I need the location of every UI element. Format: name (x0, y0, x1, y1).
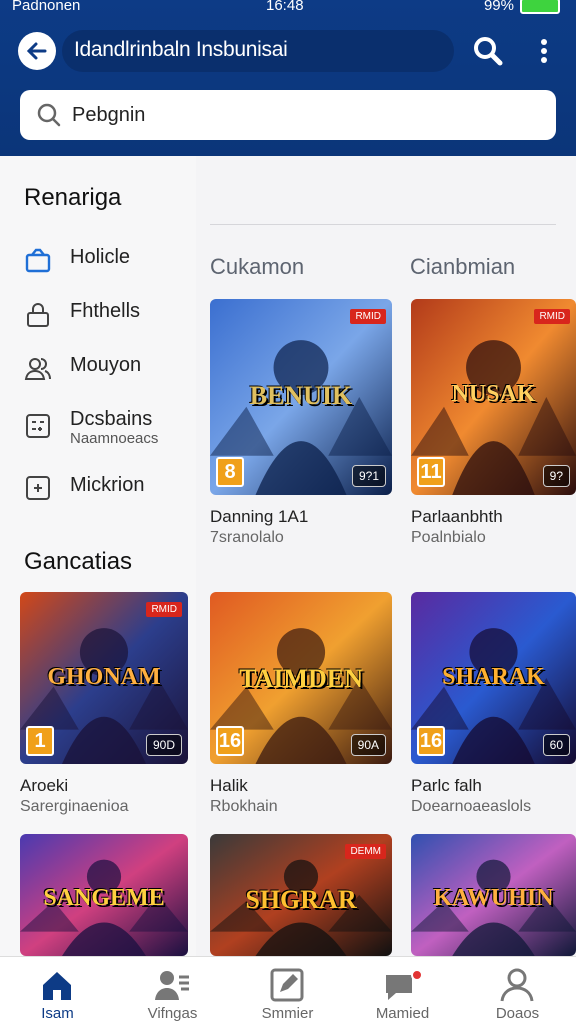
tab-mamied[interactable]: Mamied (345, 957, 460, 1024)
search-icon[interactable] (472, 35, 504, 72)
tab-smmier[interactable]: Smmier (230, 957, 345, 1024)
cover-title: TAIMDEN (239, 664, 363, 694)
sidebar-item-sublabel: Naamnoeacs (70, 430, 159, 447)
age-rating-badge: 8 (216, 457, 244, 487)
sidebar-item-fhthells[interactable]: Fhthells (24, 296, 194, 336)
profile-icon (500, 968, 534, 1002)
tab-label: Isam (41, 1005, 74, 1022)
home-icon (43, 972, 71, 1000)
game-card[interactable]: GHONAM RMID 1 90D (20, 592, 188, 764)
cover-title: BENUIK (249, 381, 353, 411)
age-rating-badge: 16 (417, 726, 445, 756)
more-menu-icon[interactable] (538, 38, 550, 71)
tab-label: Vifngas (147, 1005, 198, 1022)
tab-vifngas[interactable]: Vifngas (115, 957, 230, 1024)
card-title: Parlc falh (411, 776, 482, 795)
lock-icon (27, 303, 49, 327)
rating-badge: 90A (350, 734, 386, 756)
people-icon (24, 358, 51, 380)
section-title-left: Cukamon (210, 254, 305, 279)
bottom-tab-bar: Isam Vifngas Smmier Mamied Doaos (0, 956, 576, 1024)
sidebar-item-label: Fhthells (70, 300, 141, 322)
clock: 16:48 (266, 0, 304, 14)
card-subtitle: Doearnoaeaslols (411, 798, 532, 815)
age-rating-badge: 1 (26, 726, 54, 756)
edit-icon (270, 968, 304, 1002)
game-card[interactable]: SANGEME (20, 834, 188, 956)
back-button[interactable] (18, 32, 56, 70)
cover-tag: RMID (350, 309, 386, 324)
calculator-icon (26, 414, 50, 438)
card-subtitle: Rbokhain (210, 798, 278, 815)
battery-icon (520, 0, 560, 14)
sidebar-item-label: Holicle (70, 246, 131, 268)
plus-box-icon (26, 476, 50, 500)
carrier: Padnonen (12, 0, 81, 14)
card-subtitle: Poalnbialo (411, 529, 486, 546)
rating-badge: 90D (145, 734, 182, 756)
game-card[interactable]: TAIMDEN 16 90A (210, 592, 392, 764)
battery-percent: 99% (483, 0, 514, 14)
divider (210, 224, 556, 225)
sidebar-item-label: Mouyon (70, 354, 142, 376)
notification-badge (411, 969, 423, 981)
card-title: Danning 1A1 (210, 507, 309, 526)
sidebar-item-mouyon[interactable]: Mouyon (24, 350, 194, 390)
sidebar-item-label: Dcsbains (70, 408, 153, 430)
cover-tag: DEMM (345, 844, 386, 859)
status-bar: Padnonen 16:48 99% (0, 0, 576, 20)
sidebar-item-label: Mickrion (70, 474, 145, 496)
tab-label: Smmier (261, 1005, 314, 1022)
card-subtitle: 7sranolalo (210, 529, 284, 546)
cover-tag: RMID (146, 602, 182, 617)
search-input[interactable] (72, 100, 532, 130)
grid-title: Gancatias (24, 548, 133, 575)
sidebar-item-dcsbains[interactable]: Dcsbains Naamnoeacs (24, 404, 194, 454)
sidebar-item-holicle[interactable]: Holicle (24, 242, 194, 282)
bag-icon (25, 248, 51, 273)
cover-title: NUSAK (451, 381, 536, 408)
arrow-left-icon (26, 42, 47, 60)
cover-title: SHGRAR (245, 885, 357, 915)
cover-title: SHARAK (442, 664, 545, 691)
tab-doaos[interactable]: Doaos (460, 957, 575, 1024)
age-rating-badge: 16 (216, 726, 244, 756)
game-card[interactable]: KAWUHIN (411, 834, 576, 956)
rating-badge: 60 (542, 734, 570, 756)
section-title-right: Cianbmian (410, 254, 516, 279)
card-subtitle: Sarerginaenioa (20, 798, 129, 815)
card-title: Parlaanbhth (411, 507, 503, 526)
cover-title: KAWUHIN (433, 885, 554, 912)
sidebar-item-mickrion[interactable]: Mickrion (24, 470, 194, 510)
cover-title: GHONAM (47, 664, 161, 691)
user-list-icon (155, 971, 189, 1000)
game-card[interactable]: SHARAK 16 60 (411, 592, 576, 764)
age-rating-badge: 11 (417, 457, 445, 487)
search-bar[interactable] (20, 90, 556, 140)
game-card[interactable]: NUSAK RMID 11 9? (411, 299, 576, 495)
tab-label: Doaos (495, 1005, 540, 1022)
game-card[interactable]: SHGRAR DEMM (210, 834, 392, 956)
game-card[interactable]: BENUIK RMID 8 9?1 (210, 299, 392, 495)
card-title: Halik (210, 776, 248, 795)
rating-badge: 9?1 (351, 465, 386, 487)
page-title: Idandlrinbaln Insbunisai (74, 38, 288, 61)
search-icon (36, 102, 62, 133)
tab-label: Mamied (375, 1005, 430, 1022)
sidebar-title: Renariga (24, 184, 122, 211)
cover-tag: RMID (534, 309, 570, 324)
card-title: Aroeki (20, 776, 69, 795)
rating-badge: 9? (542, 465, 570, 487)
tab-home[interactable]: Isam (0, 957, 115, 1024)
cover-title: SANGEME (43, 885, 165, 912)
